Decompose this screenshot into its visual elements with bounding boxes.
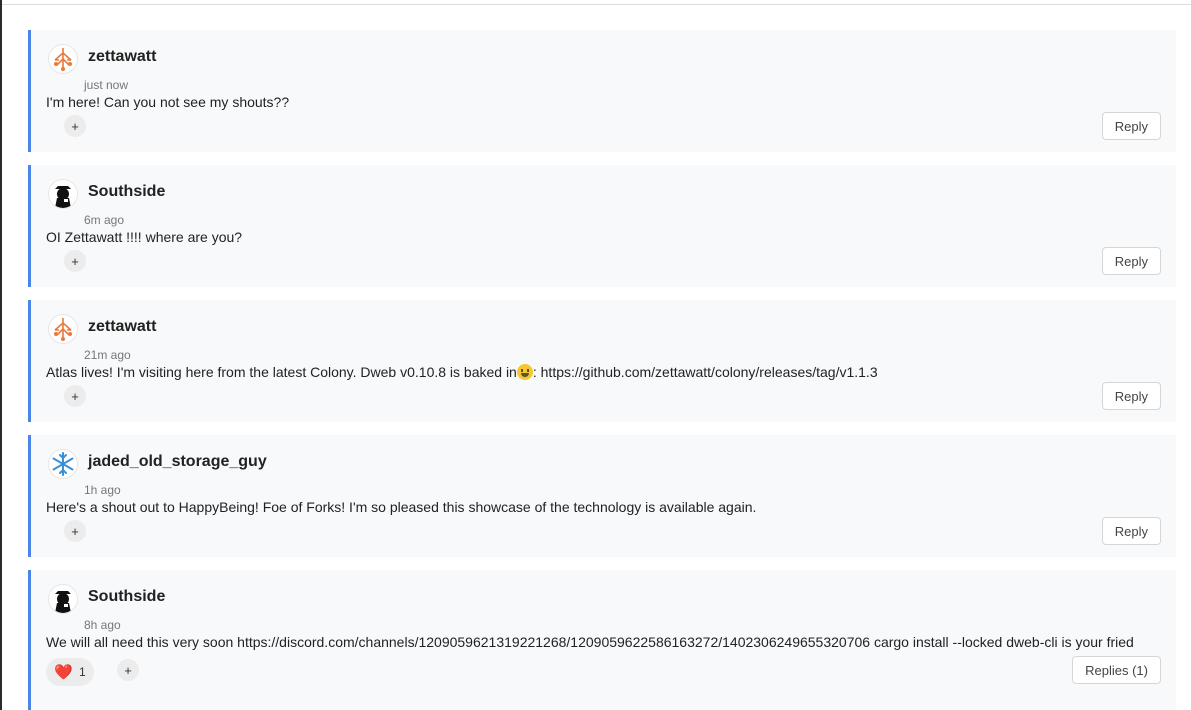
reply-button[interactable]: Reply bbox=[1101, 247, 1161, 275]
add-reaction-button[interactable]: + bbox=[64, 520, 86, 542]
comment-author[interactable]: jaded_old_storage_guy bbox=[88, 453, 267, 471]
comment-author[interactable]: Southside bbox=[88, 588, 165, 606]
comment-author[interactable]: zettawatt bbox=[88, 318, 156, 336]
southside-avatar[interactable] bbox=[48, 584, 78, 614]
add-reaction-button[interactable]: + bbox=[117, 659, 139, 681]
reaction-count: 1 bbox=[79, 665, 86, 679]
comment-timestamp: 6m ago bbox=[84, 213, 125, 227]
comment-card: Southside 6m ago OI Zettawatt !!!! where… bbox=[28, 165, 1176, 287]
add-reaction-button[interactable]: + bbox=[64, 250, 86, 272]
jaded-avatar[interactable] bbox=[48, 449, 78, 479]
zettawatt-avatar[interactable] bbox=[48, 314, 78, 344]
southside-avatar[interactable] bbox=[48, 179, 78, 209]
comment-card: jaded_old_storage_guy 1h ago Here's a sh… bbox=[28, 435, 1176, 557]
comment-card: Southside 8h ago We will all need this v… bbox=[28, 570, 1176, 710]
add-reaction-button[interactable]: + bbox=[64, 385, 86, 407]
comment-timestamp: just now bbox=[84, 78, 129, 92]
reply-button[interactable]: Reply bbox=[1101, 112, 1161, 140]
tree-icon bbox=[54, 48, 72, 71]
comment-card: zettawatt just now I'm here! Can you not… bbox=[28, 30, 1176, 152]
comment-text: I'm here! Can you not see my shouts?? bbox=[46, 94, 290, 110]
comment-author[interactable]: zettawatt bbox=[88, 48, 156, 66]
top-divider bbox=[2, 4, 1191, 5]
add-reaction-button[interactable]: + bbox=[64, 115, 86, 137]
grinning-face-emoji-icon bbox=[516, 364, 533, 380]
heart-icon: ❤️ bbox=[54, 664, 73, 681]
comment-link-text[interactable]: : https://github.com/zettawatt/colony/re… bbox=[533, 364, 878, 380]
comment-text: OI Zettawatt !!!! where are you? bbox=[46, 229, 243, 245]
left-border bbox=[0, 0, 2, 710]
comment-card: zettawatt 21m ago Atlas lives! I'm visit… bbox=[28, 300, 1176, 422]
zettawatt-avatar[interactable] bbox=[48, 44, 78, 74]
reply-button[interactable]: Reply bbox=[1101, 517, 1161, 545]
comment-text: Here's a shout out to HappyBeing! Foe of… bbox=[46, 499, 757, 515]
comment-timestamp: 8h ago bbox=[84, 618, 121, 632]
comment-text-part: Atlas lives! I'm visiting here from the … bbox=[46, 364, 517, 380]
snowflake-icon bbox=[52, 452, 74, 476]
heart-reaction-button[interactable]: ❤️ 1 bbox=[46, 658, 94, 686]
comment-timestamp: 21m ago bbox=[84, 348, 131, 362]
comment-author[interactable]: Southside bbox=[88, 183, 165, 201]
comment-text: We will all need this very soon https://… bbox=[46, 634, 1134, 650]
comment-text: Atlas lives! I'm visiting here from the … bbox=[46, 364, 878, 380]
comment-timestamp: 1h ago bbox=[84, 483, 121, 497]
replies-button[interactable]: Replies (1) bbox=[1072, 656, 1161, 684]
hat-figure-icon bbox=[49, 180, 77, 208]
reply-button[interactable]: Reply bbox=[1101, 382, 1161, 410]
hat-figure-icon bbox=[49, 585, 77, 613]
tree-icon bbox=[54, 318, 72, 341]
